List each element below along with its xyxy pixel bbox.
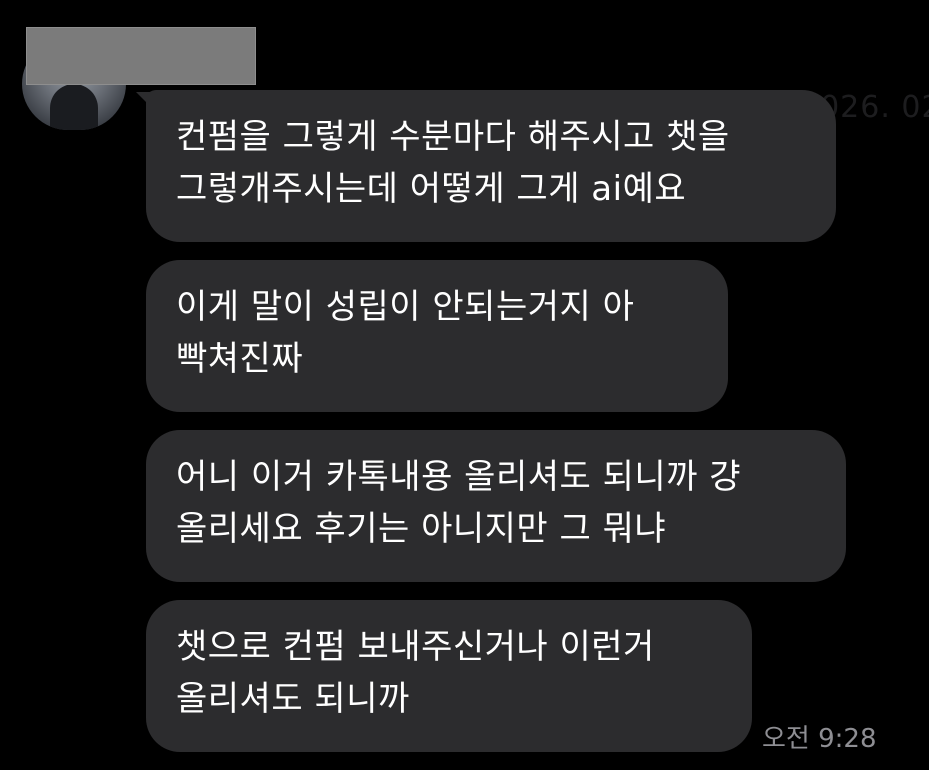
message-3-line-1: 어니 이거 카톡내용 올리셔도 되니까 걍 <box>176 457 742 497</box>
message-3-line-2: 올리세요 후기는 아니지만 그 뭐냐 <box>176 509 667 549</box>
message-bubble-3[interactable]: 어니 이거 카톡내용 올리셔도 되니까 걍 올리세요 후기는 아니지만 그 뭐냐 <box>146 430 846 582</box>
message-timestamp: 오전 9:28 <box>762 724 877 754</box>
message-1-line-2: 그렇개주시는데 어떻게 그게 ai예요 <box>176 169 687 209</box>
sender-name-redacted <box>26 27 256 85</box>
message-2-line-2: 빡쳐진짜 <box>176 339 304 379</box>
message-1-line-1: 컨펌을 그렇게 수분마다 해주시고 챗을 <box>176 117 730 157</box>
message-bubble-1[interactable]: 컨펌을 그렇게 수분마다 해주시고 챗을 그렇개주시는데 어떻게 그게 ai예요 <box>146 90 836 242</box>
message-4-line-2: 올리셔도 되니까 <box>176 679 410 719</box>
message-bubble-2[interactable]: 이게 말이 성립이 안되는거지 아 빡쳐진짜 <box>146 260 728 412</box>
message-4-line-1: 챗으로 컨펌 보내주신거나 이런거 <box>176 627 655 667</box>
message-bubble-4[interactable]: 챗으로 컨펌 보내주신거나 이런거 올리셔도 되니까 <box>146 600 752 752</box>
message-2-line-1: 이게 말이 성립이 안되는거지 아 <box>176 287 635 327</box>
